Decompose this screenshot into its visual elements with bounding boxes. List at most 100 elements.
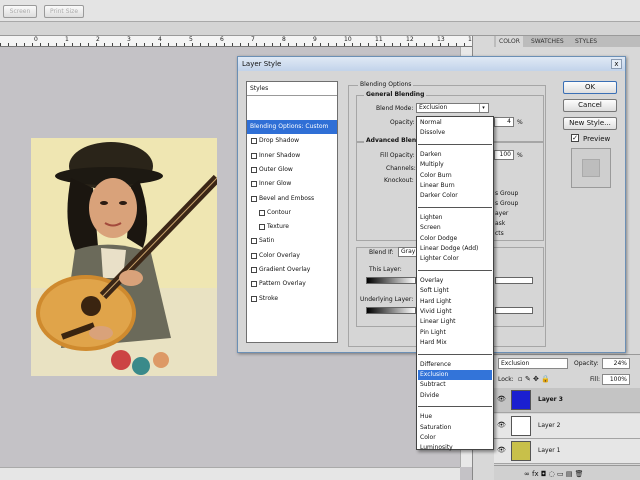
opacity-label: Opacity: bbox=[390, 119, 415, 126]
this-layer-slider[interactable] bbox=[366, 277, 416, 284]
styles-header[interactable]: Styles bbox=[247, 82, 337, 96]
blend-mode-option[interactable]: Vivid Light bbox=[418, 307, 492, 317]
ruler-label: 8 bbox=[282, 36, 286, 43]
horizontal-scrollbar[interactable] bbox=[0, 467, 460, 480]
style-item[interactable]: Outer Glow bbox=[247, 163, 337, 177]
blend-mode-option[interactable]: Overlay bbox=[418, 276, 492, 286]
style-checkbox[interactable] bbox=[259, 224, 265, 231]
blend-mode-option[interactable]: Lighten bbox=[418, 213, 492, 223]
layer-row[interactable]: 👁 Layer 1 bbox=[494, 439, 640, 464]
blend-mode-option[interactable]: Hard Mix bbox=[418, 338, 492, 348]
style-checkbox[interactable] bbox=[251, 295, 257, 302]
this-layer-slider-right[interactable] bbox=[495, 277, 533, 284]
style-item[interactable]: Satin bbox=[247, 234, 337, 248]
vector-mask-hides-effects-label: cts bbox=[495, 230, 504, 237]
style-item[interactable]: Blending Options: Custom bbox=[247, 120, 337, 134]
layer-blend-mode-select[interactable]: Exclusion bbox=[498, 358, 568, 369]
blend-mode-option[interactable]: Color Burn bbox=[418, 171, 492, 181]
lock-icons[interactable]: ▫ ✎ ✥ 🔒 bbox=[518, 375, 550, 383]
style-item[interactable]: Drop Shadow bbox=[247, 134, 337, 148]
underlying-layer-slider-right[interactable] bbox=[495, 307, 533, 314]
tab-color[interactable]: COLOR bbox=[496, 36, 523, 47]
style-item-label: Satin bbox=[259, 237, 275, 245]
blend-mode-option[interactable]: Color bbox=[418, 433, 492, 443]
blend-mode-option[interactable]: Hue bbox=[418, 412, 492, 422]
style-checkbox[interactable] bbox=[251, 152, 257, 159]
blend-mode-option[interactable]: Darker Color bbox=[418, 191, 492, 201]
layers-footer-icons[interactable]: ∞ fx ◘ ◌ ▭ ▤ 🗑 bbox=[494, 465, 640, 480]
ruler-label: 1 bbox=[65, 36, 69, 43]
style-item[interactable]: Inner Shadow bbox=[247, 149, 337, 163]
cancel-button[interactable]: Cancel bbox=[563, 99, 617, 112]
blend-mode-dropdown[interactable]: Normal Dissolve Darken Multiply Color Burn Li… bbox=[416, 116, 494, 453]
blend-mode-option[interactable]: Screen bbox=[418, 223, 492, 233]
style-checkbox[interactable] bbox=[259, 209, 265, 216]
blend-mode-option[interactable]: Linear Burn bbox=[418, 181, 492, 191]
style-checkbox[interactable] bbox=[251, 166, 257, 173]
style-item[interactable]: Stroke bbox=[247, 292, 337, 306]
style-checkbox[interactable] bbox=[251, 281, 257, 288]
layer-row[interactable]: 👁 Layer 2 bbox=[494, 413, 640, 439]
layer-opacity-field[interactable]: 24% bbox=[602, 358, 630, 369]
style-item[interactable]: Pattern Overlay bbox=[247, 277, 337, 291]
style-item[interactable]: Color Overlay bbox=[247, 249, 337, 263]
layer-row[interactable]: 👁 Layer 3 bbox=[494, 388, 640, 413]
style-item[interactable]: Gradient Overlay bbox=[247, 263, 337, 277]
fill-opacity-field[interactable]: 100 bbox=[494, 150, 514, 160]
fill-label: Fill: bbox=[590, 376, 601, 383]
blend-mode-option[interactable]: Divide bbox=[418, 391, 492, 401]
blend-mode-option[interactable]: Difference bbox=[418, 360, 492, 370]
blend-mode-option[interactable]: Luminosity bbox=[418, 443, 492, 453]
dialog-title: Layer Style bbox=[238, 57, 625, 71]
style-item-label: Inner Shadow bbox=[259, 151, 301, 159]
blend-mode-option[interactable]: Color Dodge bbox=[418, 234, 492, 244]
girl-with-guitar-photo bbox=[31, 138, 217, 376]
eye-icon[interactable]: 👁 bbox=[497, 396, 506, 403]
ruler-label: 9 bbox=[313, 36, 317, 43]
blend-mode-option[interactable]: Dissolve bbox=[418, 128, 492, 138]
blend-mode-option[interactable]: Hard Light bbox=[418, 297, 492, 307]
ruler-label: 6 bbox=[220, 36, 224, 43]
eye-icon[interactable]: 👁 bbox=[497, 447, 506, 454]
blend-mode-label: Blend Mode: bbox=[376, 105, 414, 112]
screen-button[interactable]: Screen bbox=[3, 5, 37, 18]
blend-mode-option[interactable]: Darken bbox=[418, 150, 492, 160]
style-item[interactable]: Contour bbox=[247, 206, 337, 220]
tab-styles[interactable]: STYLES bbox=[572, 36, 600, 47]
underlying-layer-slider[interactable] bbox=[366, 307, 416, 314]
ok-button[interactable]: OK bbox=[563, 81, 617, 94]
style-item-label: Color Overlay bbox=[259, 251, 300, 259]
blend-mode-option[interactable]: Pin Light bbox=[418, 328, 492, 338]
layer-fill-field[interactable]: 100% bbox=[602, 374, 630, 385]
layer-name: Layer 2 bbox=[538, 421, 561, 429]
blend-mode-option[interactable]: Linear Dodge (Add) bbox=[418, 244, 492, 254]
blend-mode-option[interactable]: Soft Light bbox=[418, 286, 492, 296]
style-item[interactable]: Inner Glow bbox=[247, 177, 337, 191]
style-checkbox[interactable] bbox=[251, 252, 257, 259]
style-item[interactable]: Texture bbox=[247, 220, 337, 234]
blend-mode-option[interactable]: Linear Light bbox=[418, 317, 492, 327]
tab-swatches[interactable]: SWATCHES bbox=[528, 36, 567, 47]
blend-mode-select[interactable]: Exclusion ▾ bbox=[416, 103, 489, 113]
close-icon[interactable]: x bbox=[611, 59, 622, 69]
blend-mode-option[interactable]: Normal bbox=[418, 118, 492, 128]
style-checkbox[interactable] bbox=[251, 267, 257, 273]
style-checkbox[interactable] bbox=[251, 238, 257, 245]
style-checkbox[interactable] bbox=[251, 181, 257, 188]
style-item[interactable]: Bevel and Emboss bbox=[247, 192, 337, 206]
preview-checkbox[interactable]: ✓ bbox=[571, 134, 579, 142]
new-style-button[interactable]: New Style... bbox=[563, 117, 617, 130]
eye-icon[interactable]: 👁 bbox=[497, 421, 506, 429]
blend-mode-option[interactable]: Saturation bbox=[418, 423, 492, 433]
blend-mode-option[interactable]: Lighter Color bbox=[418, 254, 492, 264]
style-checkbox[interactable] bbox=[251, 138, 257, 145]
style-checkbox[interactable] bbox=[251, 195, 257, 202]
blend-mode-separator bbox=[418, 406, 492, 408]
print-size-button[interactable]: Print Size bbox=[44, 5, 84, 18]
blend-mode-option[interactable]: Multiply bbox=[418, 160, 492, 170]
blend-mode-option[interactable]: Subtract bbox=[418, 380, 492, 390]
blend-mode-option[interactable]: Exclusion bbox=[418, 370, 492, 380]
opacity-field[interactable]: 4 bbox=[494, 117, 514, 127]
blend-mode-value: Exclusion bbox=[419, 104, 448, 111]
chevron-down-icon[interactable]: ▾ bbox=[479, 104, 487, 112]
